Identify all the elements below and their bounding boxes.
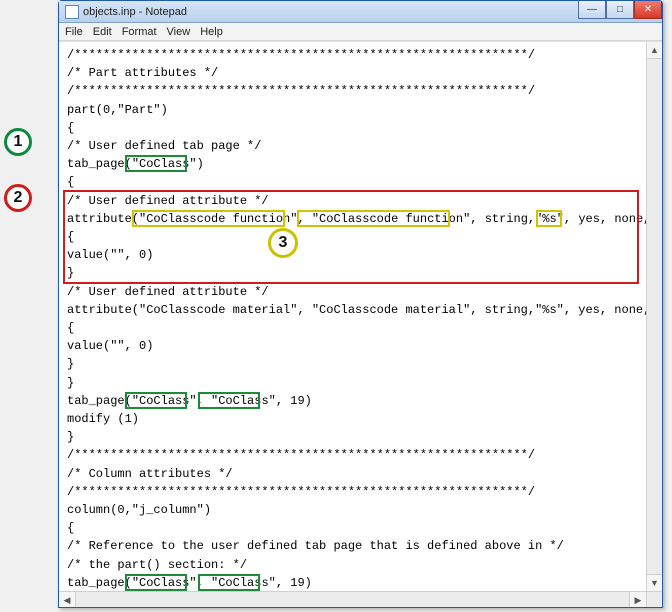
- code-line: "CoClasscode function": [312, 212, 470, 226]
- code-line: ): [197, 157, 204, 171]
- menubar: File Edit Format View Help: [59, 23, 662, 41]
- code-line: "CoClass": [211, 576, 276, 590]
- menu-edit[interactable]: Edit: [93, 26, 112, 38]
- close-button[interactable]: ✕: [634, 1, 662, 19]
- code-line: {: [67, 230, 74, 244]
- code-line: "CoClass": [132, 576, 197, 590]
- window-title: objects.inp - Notepad: [83, 6, 187, 18]
- code-line: "CoClass": [132, 394, 197, 408]
- code-line: tab_page(: [67, 576, 132, 590]
- code-line: {: [67, 521, 74, 535]
- code-line: , string,"%s",: [470, 212, 578, 226]
- app-icon: [65, 5, 79, 19]
- scrollbar-corner: [646, 591, 662, 607]
- code-line: /* Part attributes */: [67, 66, 218, 80]
- code-line: }: [67, 357, 74, 371]
- code-line: "CoClasscode function": [139, 212, 297, 226]
- code-line: attribute("CoClasscode material", "CoCla…: [67, 303, 646, 317]
- menu-file[interactable]: File: [65, 26, 83, 38]
- editor-area: /***************************************…: [59, 41, 662, 607]
- scrollbar-horizontal[interactable]: [59, 591, 646, 607]
- code-line: "CoClass": [132, 157, 197, 171]
- code-line: /* User defined tab page */: [67, 139, 261, 153]
- code-line: /***************************************…: [67, 84, 535, 98]
- titlebar[interactable]: objects.inp - Notepad — □ ✕: [59, 1, 662, 23]
- code-line: /* User defined attribute */: [67, 285, 269, 299]
- callout-3: 3: [268, 228, 298, 258]
- code-line: value("", 0): [67, 248, 153, 262]
- scrollbar-vertical[interactable]: [646, 42, 662, 591]
- code-line: {: [67, 321, 74, 335]
- code-line: ,: [197, 576, 211, 590]
- code-line: ,: [197, 394, 211, 408]
- code-line: , 19): [276, 576, 312, 590]
- code-line: attribute(: [67, 212, 139, 226]
- code-line: /* the part() section: */: [67, 558, 247, 572]
- code-line: /* User defined attribute */: [67, 194, 269, 208]
- code-line: , none, "0,0", "0,0"): [600, 212, 646, 226]
- code-line: }: [67, 376, 74, 390]
- menu-view[interactable]: View: [167, 26, 191, 38]
- code-line: /* Reference to the user defined tab pag…: [67, 539, 564, 553]
- code-line: tab_page(: [67, 157, 132, 171]
- code-line: yes: [578, 212, 600, 226]
- code-line: tab_page(: [67, 394, 132, 408]
- maximize-button[interactable]: □: [606, 1, 634, 19]
- code-line: "CoClass": [211, 394, 276, 408]
- code-line: ,: [297, 212, 311, 226]
- code-line: }: [67, 266, 74, 280]
- code-line: column(0,"j_column"): [67, 503, 211, 517]
- notepad-window: objects.inp - Notepad — □ ✕ File Edit Fo…: [58, 0, 663, 608]
- code-line: {: [67, 175, 74, 189]
- callout-2: 2: [4, 184, 32, 212]
- code-line: value("", 0): [67, 339, 153, 353]
- code-line: part(0,"Part"): [67, 103, 168, 117]
- code-line: /***************************************…: [67, 485, 535, 499]
- code-line: /***************************************…: [67, 448, 535, 462]
- text-editor[interactable]: /***************************************…: [59, 42, 646, 591]
- code-line: {: [67, 121, 74, 135]
- menu-format[interactable]: Format: [122, 26, 157, 38]
- code-line: }: [67, 430, 74, 444]
- code-line: /* Column attributes */: [67, 467, 233, 481]
- code-line: /***************************************…: [67, 48, 535, 62]
- callout-1: 1: [4, 128, 32, 156]
- code-line: modify (1): [67, 412, 139, 426]
- minimize-button[interactable]: —: [578, 1, 606, 19]
- menu-help[interactable]: Help: [200, 26, 223, 38]
- code-line: , 19): [276, 394, 312, 408]
